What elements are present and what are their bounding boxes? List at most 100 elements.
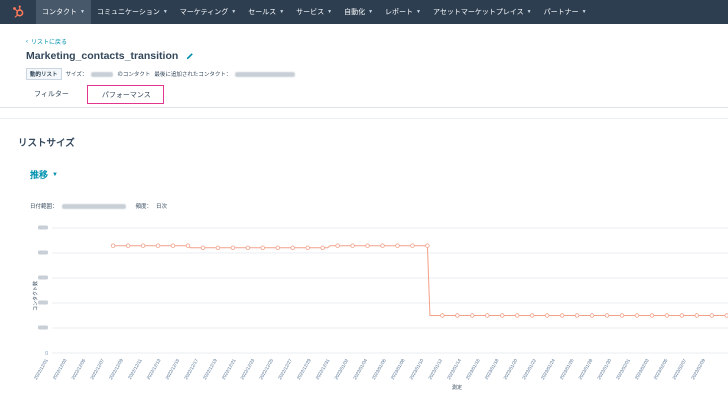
tab-performance[interactable]: パフォーマンス [86, 85, 164, 104]
trend-dropdown[interactable]: 推移 ▼ [30, 168, 58, 181]
data-point [155, 243, 161, 248]
x-tick-label: 2022/12/07 [89, 358, 105, 381]
chevron-down-icon: ▼ [279, 9, 285, 15]
nav-marketing[interactable]: マーケティング ▼ [174, 0, 242, 24]
frequency-value[interactable]: 日次 [156, 202, 167, 210]
chevron-down-icon: ▼ [526, 9, 532, 15]
x-tick-label: 2022/12/15 [164, 358, 180, 381]
frequency-label: 頻度： [135, 204, 153, 210]
data-point [485, 313, 490, 318]
list-type-badge: 動的リスト [26, 68, 62, 80]
data-point [634, 313, 640, 318]
x-tick-label: 2023/01/26 [559, 358, 575, 381]
nav-label: アセットマーケットプレイス [433, 9, 524, 16]
data-point [559, 313, 565, 318]
data-point [320, 245, 325, 250]
data-point [425, 243, 430, 248]
redacted-y-tick [38, 250, 48, 255]
chevron-down-icon: ▼ [52, 171, 58, 178]
trend-label: 推移 [30, 170, 49, 180]
x-tick-label: 2022/12/29 [296, 358, 312, 381]
nav-service[interactable]: サービス ▼ [290, 0, 338, 24]
data-point [619, 313, 625, 318]
data-point [515, 313, 520, 318]
x-tick-label: 2023/01/14 [446, 358, 462, 381]
redacted-date-range[interactable] [61, 203, 126, 209]
tab-label: パフォーマンス [101, 91, 151, 99]
chevron-down-icon: ▼ [581, 9, 587, 15]
x-tick-label: 2023/01/22 [521, 358, 537, 381]
x-tick-label: 2023/01/18 [484, 358, 500, 381]
tab-bar: フィルター パフォーマンス [26, 85, 164, 104]
data-point [335, 243, 340, 248]
chevron-down-icon: ▼ [231, 9, 237, 15]
redacted-y-tick [38, 300, 48, 305]
data-point [694, 313, 700, 318]
data-point [664, 313, 670, 318]
data-point [679, 313, 685, 318]
redacted-last-added [235, 71, 296, 77]
size-label: サイズ： [65, 72, 88, 78]
x-tick-label: 2022/12/11 [127, 358, 143, 381]
nav-automation[interactable]: 自動化 ▼ [338, 0, 379, 24]
data-point [395, 243, 400, 248]
x-tick-label: 2023/01/02 [333, 358, 349, 381]
x-tick-label: 2023/01/10 [409, 358, 425, 381]
nav-label: パートナー [543, 9, 579, 16]
top-navigation: コンタクト ▼ コミュニケーション ▼ マーケティング ▼ セールス ▼ サービス ▼ 自… [0, 0, 728, 24]
nav-label: レポート [385, 9, 414, 16]
tab-label: フィルター [34, 91, 69, 98]
nav-contacts[interactable]: コンタクト ▼ [36, 0, 91, 24]
series-line [113, 245, 727, 316]
data-point [649, 313, 655, 318]
data-point [544, 313, 550, 318]
data-point [230, 245, 236, 250]
data-point [500, 313, 505, 318]
data-point [245, 245, 251, 250]
x-tick-label: 2023/01/04 [352, 358, 368, 381]
title-row: Marketing_contacts_transition [26, 50, 194, 62]
chevron-down-icon: ▼ [416, 9, 421, 15]
data-point [574, 313, 580, 318]
x-tick-label: 2022/12/23 [240, 358, 256, 381]
redacted-y-tick [38, 225, 48, 230]
nav-sales[interactable]: セールス ▼ [242, 0, 290, 24]
tab-filters[interactable]: フィルター [26, 86, 77, 102]
hubspot-logo-icon[interactable] [0, 0, 36, 24]
nav-partner[interactable]: パートナー ▼ [538, 0, 593, 24]
page-title: Marketing_contacts_transition [26, 50, 179, 62]
chevron-down-icon: ▼ [327, 9, 333, 15]
x-tick-label: 2023/02/05 [653, 358, 669, 381]
nav-asset-marketplace[interactable]: アセットマーケットプレイス ▼ [427, 0, 538, 24]
data-point [110, 243, 116, 248]
nav-reports[interactable]: レポート ▼ [379, 0, 427, 24]
chevron-left-icon: ‹ [26, 38, 28, 45]
nav-label: セールス [248, 9, 277, 16]
pencil-edit-icon[interactable] [186, 52, 194, 60]
x-tick-label: 2023/02/09 [690, 358, 706, 381]
x-tick-label: 2022/12/03 [52, 358, 68, 381]
nav-label: コンタクト [42, 9, 77, 16]
nav-conversations[interactable]: コミュニケーション ▼ [91, 0, 174, 24]
x-tick-label: 2023/01/20 [502, 358, 518, 381]
chevron-down-icon: ▼ [80, 9, 85, 15]
data-point [185, 243, 191, 248]
x-tick-label: 2023/02/07 [671, 358, 687, 381]
x-tick-label: 2023/01/06 [371, 358, 387, 381]
data-point [589, 313, 595, 318]
x-tick-label: 2023/01/24 [540, 358, 556, 381]
x-tick-label: 2022/12/25 [258, 358, 274, 381]
data-point [125, 243, 131, 248]
data-point [529, 313, 535, 318]
data-point [365, 243, 370, 248]
x-tick-label: 2022/12/27 [277, 358, 293, 381]
back-to-lists-link[interactable]: ‹ リストに戻る [26, 37, 67, 47]
data-point [200, 245, 206, 250]
x-tick-label: 2023/02/01 [615, 358, 631, 381]
data-point [350, 243, 355, 248]
y-tick-label: 0 [45, 351, 48, 357]
chevron-down-icon: ▼ [162, 9, 168, 15]
data-point [440, 313, 445, 318]
x-tick-label: 2023/02/03 [634, 358, 650, 381]
nav-label: コミュニケーション [96, 9, 160, 16]
